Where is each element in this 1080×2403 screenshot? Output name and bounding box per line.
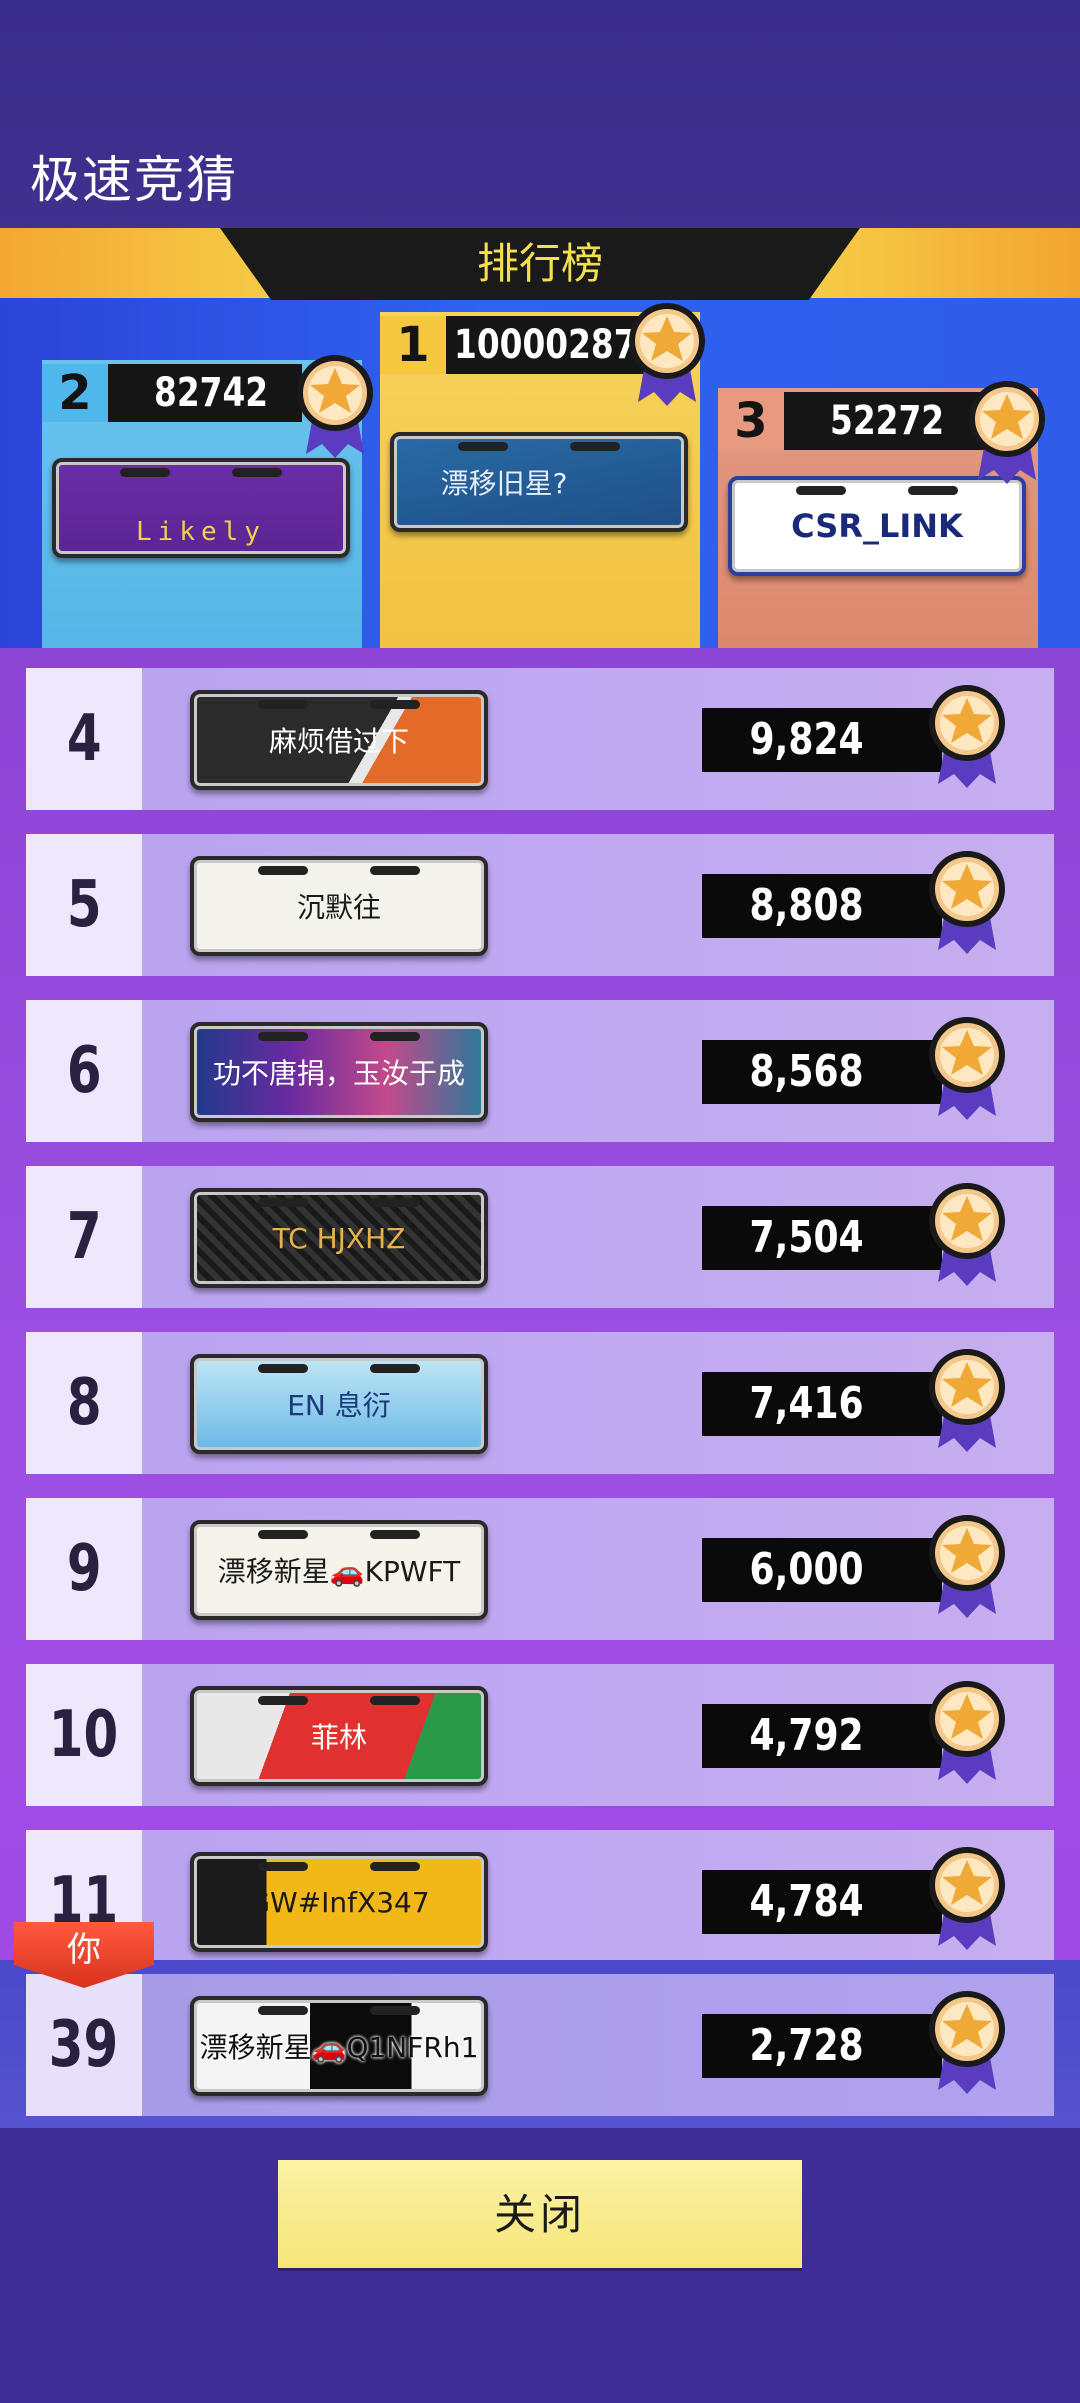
row-score: 4,792	[749, 1710, 865, 1761]
list-row[interactable]: 9 漂移新星🚗KPWFT 6,000	[26, 1498, 1054, 1640]
plate-text: 漂移新星🚗Q1NFRh1	[199, 2031, 479, 2064]
plate-text: 漂移新星🚗KPWFT	[217, 1555, 461, 1588]
star-medal-icon	[292, 350, 378, 460]
plate-text: GW#InfX347	[248, 1885, 430, 1919]
close-button[interactable]: 关闭	[278, 2160, 802, 2268]
podium-score-strip: 2 82742	[42, 364, 302, 422]
star-medal-icon	[924, 1842, 1010, 1952]
license-plate: 沉默往	[190, 856, 488, 956]
license-plate: Likely	[52, 458, 350, 558]
top-bar: 极速竞猜	[0, 0, 1080, 230]
row-rank: 9	[26, 1498, 142, 1640]
plate-text: Likely	[136, 517, 266, 547]
plate-text: 菲林	[310, 1721, 367, 1754]
plate-text: 功不唐捐，玉汝于成	[212, 1057, 465, 1090]
you-row[interactable]: 39 漂移新星🚗Q1NFRh1 2,728	[26, 1974, 1054, 2116]
podium-rank: 2	[42, 364, 108, 422]
row-score: 8,568	[749, 1046, 865, 1097]
leaderboard-title: 排行榜	[476, 239, 603, 288]
row-score: 2,728	[749, 2020, 865, 2071]
row-rank: 4	[26, 668, 142, 810]
podium-score-strip: 3 52272	[718, 392, 988, 450]
row-score: 7,504	[749, 1212, 865, 1263]
row-rank: 5	[26, 834, 142, 976]
row-score: 6,000	[749, 1544, 865, 1595]
row-score: 8,808	[749, 880, 865, 931]
list-row[interactable]: 10 菲林 4,792	[26, 1664, 1054, 1806]
plate-text: EN 息衍	[287, 1389, 391, 1422]
star-medal-icon	[924, 1344, 1010, 1454]
row-score: 9,824	[749, 714, 865, 765]
list-row[interactable]: 6 功不唐捐，玉汝于成 8,568	[26, 1000, 1054, 1142]
star-medal-icon	[924, 1986, 1010, 2096]
license-plate: TC HJXHZ	[190, 1188, 488, 1288]
license-plate: 功不唐捐，玉汝于成	[190, 1022, 488, 1122]
row-score: 7,416	[749, 1378, 865, 1429]
star-medal-icon	[924, 1676, 1010, 1786]
list-row[interactable]: 5 沉默往 8,808	[26, 834, 1054, 976]
license-plate: CSR_LINK	[728, 476, 1026, 576]
row-rank: 8	[26, 1332, 142, 1474]
podium-score-strip: 1 100002879	[380, 316, 660, 374]
star-medal-icon	[924, 846, 1010, 956]
star-medal-icon	[924, 1510, 1010, 1620]
plate-text: 漂移旧星?	[440, 467, 568, 500]
license-plate: 漂移旧星?	[390, 432, 688, 532]
row-score: 4,784	[749, 1876, 865, 1927]
row-rank: 7	[26, 1166, 142, 1308]
podium-rank: 3	[718, 392, 784, 450]
license-plate: 漂移新星🚗Q1NFRh1	[190, 1996, 488, 2096]
star-medal-icon	[624, 298, 710, 408]
star-medal-icon	[924, 1012, 1010, 1122]
list-row[interactable]: 11 GW#InfX347 4,784	[26, 1830, 1054, 1972]
license-plate: GW#InfX347	[190, 1852, 488, 1952]
podium-score: 52272	[830, 398, 945, 444]
plate-text: 沉默往	[296, 891, 381, 924]
page-title: 极速竞猜	[30, 151, 238, 209]
star-medal-icon	[924, 1178, 1010, 1288]
podium-score: 82742	[154, 370, 269, 416]
plate-text: TC HJXHZ	[272, 1221, 406, 1255]
license-plate: 菲林	[190, 1686, 488, 1786]
plate-text: CSR_LINK	[791, 507, 963, 545]
podium: 排行榜 2 82742 Likely 1 100002879 漂移旧星? 3 5…	[0, 228, 1080, 772]
license-plate: 漂移新星🚗KPWFT	[190, 1520, 488, 1620]
license-plate: 麻烦借过下	[190, 690, 488, 790]
row-rank: 6	[26, 1000, 142, 1142]
list-row[interactable]: 8 EN 息衍 7,416	[26, 1332, 1054, 1474]
list-row[interactable]: 7 TC HJXHZ 7,504	[26, 1166, 1054, 1308]
license-plate: EN 息衍	[190, 1354, 488, 1454]
row-rank: 39	[26, 1974, 142, 2116]
podium-rank: 1	[380, 316, 446, 374]
star-medal-icon	[924, 680, 1010, 790]
row-rank: 10	[26, 1664, 142, 1806]
star-medal-icon	[964, 376, 1050, 486]
plate-text: 麻烦借过下	[268, 725, 409, 758]
list-row[interactable]: 4 麻烦借过下 9,824	[26, 668, 1054, 810]
